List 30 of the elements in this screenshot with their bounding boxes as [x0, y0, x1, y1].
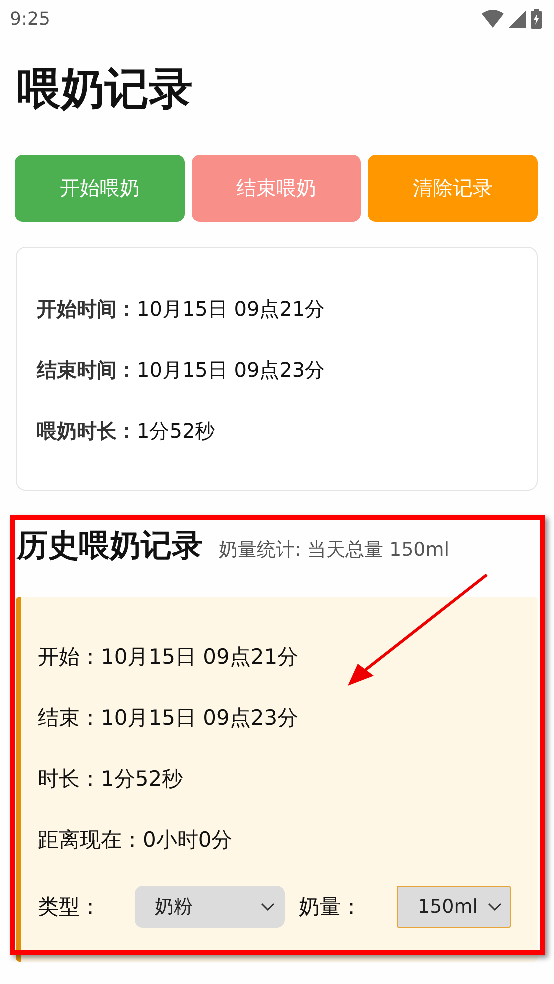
- end-button[interactable]: 结束喂奶: [192, 155, 362, 222]
- field-value: 10月15日 09点23分: [137, 358, 326, 382]
- field-label: 喂奶时长：: [37, 419, 137, 443]
- clear-button[interactable]: 清除记录: [368, 155, 538, 222]
- dropdown[interactable]: 奶粉: [135, 886, 285, 928]
- wifi-icon: [482, 10, 504, 28]
- summary-text: 奶量统计: 当天总量 150ml: [219, 538, 450, 563]
- field-value: 1分52秒: [101, 767, 184, 791]
- chevron-down-icon: [488, 903, 502, 911]
- field-label: 开始时间：: [37, 297, 137, 321]
- page-title: 喂奶记录: [17, 63, 194, 117]
- field-label: 结束：: [38, 706, 101, 730]
- field-value: 1分52秒: [137, 419, 216, 443]
- chevron-down-icon: [261, 903, 275, 911]
- field-value: 0小时0分: [143, 828, 233, 852]
- battery-icon: [531, 9, 542, 29]
- start-button[interactable]: 开始喂奶: [15, 155, 185, 222]
- field-value: 10月15日 09点21分: [101, 645, 299, 669]
- field-label: 奶量：: [299, 894, 363, 921]
- dropdown[interactable]: 150ml: [397, 886, 511, 928]
- field-label: 开始：: [38, 645, 101, 669]
- signal-icon: [509, 10, 526, 28]
- field-label: 结束时间：: [37, 358, 137, 382]
- field-value: 10月15日 09点21分: [137, 297, 326, 321]
- field-value: 10月15日 09点23分: [101, 706, 299, 730]
- section-title: 历史喂奶记录: [17, 527, 203, 566]
- field-label: 时长：: [38, 767, 101, 791]
- field-label: 距离现在：: [38, 828, 143, 852]
- status-time: 9:25: [10, 8, 50, 30]
- field-label: 类型：: [38, 894, 102, 921]
